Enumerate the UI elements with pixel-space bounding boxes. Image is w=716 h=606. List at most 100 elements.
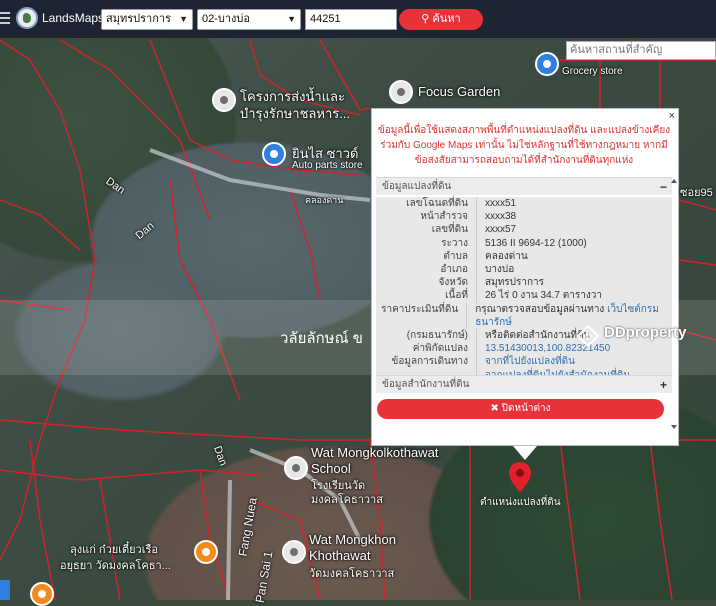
district-value: 02-บางบ่อ xyxy=(202,13,251,25)
map-label: บำรุงรักษาชลหาร... xyxy=(240,106,351,121)
popup-scrollbar[interactable] xyxy=(671,179,677,429)
restaurant-pin-icon[interactable] xyxy=(194,540,218,564)
temple-pin-icon[interactable] xyxy=(282,540,306,564)
table-row: เลขที่ดิน xxxx57 xyxy=(376,223,672,237)
boundary-line xyxy=(559,439,581,600)
table-row: ค่าพิกัดแปลง 13.51430013,100.82321450 xyxy=(376,342,672,356)
collapse-icon[interactable]: − xyxy=(660,178,667,196)
boundary-line xyxy=(59,39,211,221)
grocery-pin-icon[interactable] xyxy=(535,52,559,76)
map-label: อยุธยา วัดมงคลโคธา... xyxy=(60,560,171,572)
table-row: หน้าสำรวจ xxxx38 xyxy=(376,210,672,224)
row-key: (กรมธนารักษ์) xyxy=(376,329,477,343)
table-row: อำเภอ บางบ่อ xyxy=(376,263,672,277)
road xyxy=(226,479,232,600)
close-icon: ✖ xyxy=(490,403,502,414)
directions-link[interactable]: จากที่ไปยังแปลงที่ดิน xyxy=(485,356,575,367)
row-value: xxxx38 xyxy=(485,211,517,223)
map-label: Focus Garden xyxy=(418,84,501,99)
parcel-location-label: ตำแหน่งแปลงที่ดิน xyxy=(480,497,561,508)
row-key: จังหวัด xyxy=(376,276,477,290)
parcel-info-section-header[interactable]: ข้อมูลแปลงที่ดิน − xyxy=(376,177,672,195)
row-key: ระวาง xyxy=(376,236,477,250)
row-value: xxxx51 xyxy=(485,198,517,209)
row-key: เลขโฉนดที่ดิน xyxy=(376,197,477,211)
map-label: Auto parts store xyxy=(292,160,363,171)
search-icon: ⚲ xyxy=(421,13,433,25)
map-label: School xyxy=(311,461,351,476)
ddproperty-logo-icon xyxy=(576,324,600,348)
row-value: สมุทรปราการ xyxy=(485,277,545,289)
row-value: 26 ไร่ 0 งาน 34.7 ตารางวา xyxy=(485,290,602,302)
close-window-label: ปิดหน้าต่าง xyxy=(501,403,551,414)
search-button-label: ค้นหา xyxy=(432,13,461,25)
province-value: สมุทรปราการ xyxy=(106,13,171,25)
table-row: จังหวัด สมุทรปราการ xyxy=(376,276,672,290)
parcel-location-pin-icon[interactable] xyxy=(509,462,531,492)
top-toolbar: LandsMaps สมุทรปราการ ▼ 02-บางบ่อ ▼ 4425… xyxy=(0,0,716,38)
search-button[interactable]: ⚲ ค้นหา xyxy=(399,9,483,30)
chevron-down-icon: ▼ xyxy=(287,14,296,24)
row-key: ค่าพิกัดแปลง xyxy=(376,342,477,356)
place-pin-icon[interactable] xyxy=(389,80,413,104)
boundary-line xyxy=(0,469,261,481)
map-control[interactable] xyxy=(0,580,10,600)
row-value: 5136 II 9694-12 (1000) xyxy=(485,237,587,249)
ddproperty-watermark: DDproperty xyxy=(604,324,687,341)
map-label: วัดมงคลโคธาวาส xyxy=(309,568,395,580)
row-key: ข้อมูลการเดินทาง xyxy=(376,355,477,369)
map-label: Grocery store xyxy=(562,66,623,77)
row-value: บางบ่อ xyxy=(485,264,515,276)
row-value: คลองด่าน xyxy=(485,250,528,262)
province-select[interactable]: สมุทรปราการ ▼ xyxy=(101,9,193,30)
boundary-line xyxy=(0,419,370,441)
place-pin-icon[interactable] xyxy=(212,88,236,112)
popup-close-icon[interactable]: × xyxy=(669,110,675,122)
close-window-button[interactable]: ✖ ปิดหน้าต่าง xyxy=(377,399,664,419)
land-office-section-header[interactable]: ข้อมูลสำนักงานที่ดิน + xyxy=(376,375,672,393)
road-label: คลองด่าน xyxy=(305,195,344,205)
row-key: เลขที่ดิน xyxy=(376,223,477,237)
parcel-info-popup: × ข้อมูลนี้เพื่อใช้แสดงสภาพพื้นที่ตำแหน่… xyxy=(371,108,679,446)
map-label: Wat Mongkolkothawat xyxy=(311,445,439,460)
row-value: จากที่ไปยังแปลงที่ดิน xyxy=(477,355,575,368)
table-row: เลขโฉนดที่ดิน xxxx51 xyxy=(376,197,672,211)
place-search-input[interactable]: ค้นหาสถานที่สำคัญ xyxy=(566,41,716,60)
school-pin-icon[interactable] xyxy=(284,456,308,480)
parcel-info-table: เลขโฉนดที่ดิน xxxx51 หน้าสำรวจ xxxx38 เลขที่… xyxy=(376,197,672,382)
row-key: หน้าสำรวจ xyxy=(376,210,477,224)
row-value: หรือติดต่อสำนักงานที่ดิน xyxy=(485,330,591,342)
map-label: Wat Mongkhon xyxy=(309,532,396,547)
expand-icon[interactable]: + xyxy=(660,376,667,394)
section-title: ข้อมูลแปลงที่ดิน xyxy=(382,181,452,192)
brand-name: LandsMaps xyxy=(42,11,105,25)
row-key: อำเภอ xyxy=(376,263,477,277)
row-key: เนื้อที่ xyxy=(376,289,477,303)
landsmaps-logo xyxy=(16,7,38,29)
map-label: Khothawat xyxy=(309,548,371,563)
row-key: ราคาประเมินที่ดิน xyxy=(376,302,468,330)
restaurant-pin-icon[interactable] xyxy=(30,582,54,606)
watermark-text: วลัยลักษณ์ ข xyxy=(280,330,363,347)
map-label: มงคลโคธาวาส xyxy=(311,494,383,506)
boundary-line xyxy=(199,469,231,600)
section-title: ข้อมูลสำนักงานที่ดิน xyxy=(382,379,470,390)
chevron-down-icon: ▼ xyxy=(179,14,188,24)
table-row: ข้อมูลการเดินทาง จากที่ไปยังแปลงที่ดิน xyxy=(376,355,672,369)
boundary-line xyxy=(649,439,673,600)
table-row: ตำบล คลองด่าน xyxy=(376,249,672,264)
boundary-line xyxy=(678,259,716,266)
table-row: เนื้อที่ 26 ไร่ 0 งาน 34.7 ตารางวา xyxy=(376,289,672,303)
district-select[interactable]: 02-บางบ่อ ▼ xyxy=(197,9,301,30)
table-row: ระวาง 5136 II 9694-12 (1000) xyxy=(376,236,672,250)
parcel-number-input[interactable]: 44251 xyxy=(305,9,397,30)
menu-icon[interactable] xyxy=(0,12,10,26)
boundary-line xyxy=(678,199,716,211)
price-text: กรุณาตรวจสอบข้อมูลผ่านทาง xyxy=(475,303,608,315)
row-value: xxxx57 xyxy=(485,224,517,236)
boundary-line xyxy=(0,199,81,251)
shop-pin-icon[interactable] xyxy=(262,142,286,166)
popup-pointer xyxy=(513,446,537,460)
disclaimer-note: ข้อมูลนี้เพื่อใช้แสดงสภาพพื้นที่ตำแหน่งแ… xyxy=(377,125,671,166)
road-label: ซอย95 xyxy=(680,187,713,199)
